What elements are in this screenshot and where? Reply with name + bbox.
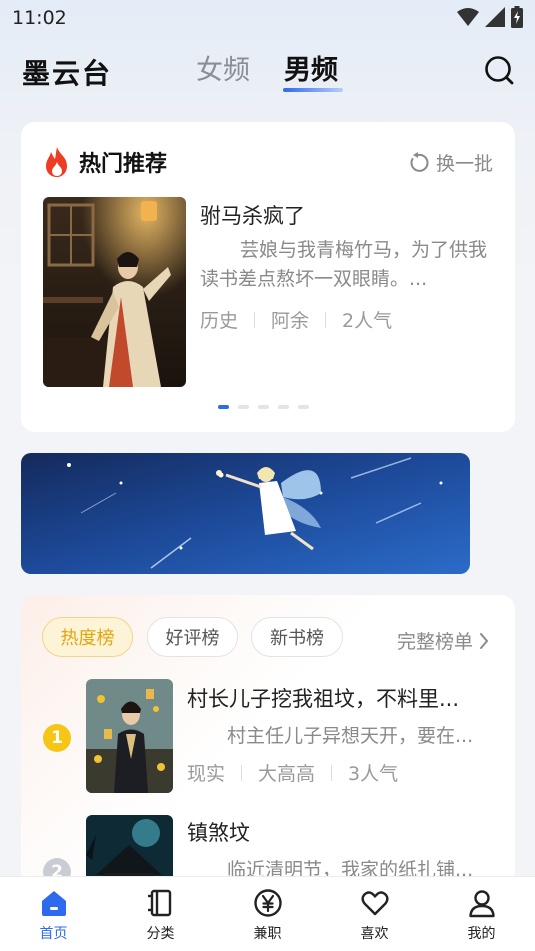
- book-author: 阿余: [271, 310, 310, 332]
- ranking-card: 热度榜 好评榜 新书榜 完整榜单 1 村长儿子挖我祖坟，不料里... 村主任儿子…: [21, 595, 515, 885]
- tab-male[interactable]: 男频: [284, 48, 338, 87]
- book-cover[interactable]: [86, 815, 173, 885]
- status-bar: 11:02: [0, 0, 535, 38]
- nav-profile-label: 我的: [467, 926, 496, 942]
- meta-divider: [325, 311, 327, 328]
- nav-category-label: 分类: [146, 926, 175, 942]
- yuan-icon: [253, 889, 282, 917]
- tab-hot-rank[interactable]: 热度榜: [42, 617, 133, 657]
- nav-home-label: 首页: [39, 926, 68, 942]
- rank-book-title[interactable]: 村长儿子挖我祖坟，不料里...: [187, 683, 482, 713]
- fire-icon: [46, 147, 67, 177]
- hot-section-title: 热门推荐: [79, 152, 168, 177]
- book-cover[interactable]: [86, 679, 173, 793]
- nav-profile[interactable]: 我的: [428, 877, 535, 951]
- tab-new-rank[interactable]: 新书榜: [251, 617, 343, 657]
- rank-book-genre: 现实: [187, 763, 226, 785]
- nav-parttime-label: 兼职: [253, 926, 282, 942]
- carousel-dot: [278, 405, 289, 409]
- book-title[interactable]: 驸马杀疯了: [200, 200, 305, 230]
- carousel-dot: [238, 405, 249, 409]
- rank-book-meta: 现实 大高高 3人气: [187, 759, 398, 786]
- hot-section-header: 热门推荐: [43, 146, 167, 178]
- heart-icon: [360, 891, 389, 916]
- signal-icon: [485, 7, 505, 27]
- book-cover-illustration: [86, 679, 173, 793]
- nav-favorites-label: 喜欢: [360, 926, 389, 942]
- book-popularity: 2人气: [342, 310, 393, 332]
- book-meta: 历史 阿余 2人气: [200, 306, 392, 333]
- active-tab-indicator: [283, 88, 343, 92]
- rank-book-title[interactable]: 镇煞坟: [187, 817, 482, 847]
- hot-recommend-card: 热门推荐 换一批 驸马杀疯了 芸娘与我青梅竹马，为了供我读书差点熬坏一双眼睛。.…: [21, 122, 515, 432]
- carousel-dot: [218, 405, 229, 409]
- nav-parttime[interactable]: 兼职: [214, 877, 321, 951]
- book-description: 芸娘与我青梅竹马，为了供我读书差点熬坏一双眼睛。...: [200, 239, 488, 290]
- rank-book-author: 大高高: [258, 763, 316, 785]
- refresh-button[interactable]: 换一批: [408, 149, 493, 176]
- rank-book-popularity: 3人气: [348, 763, 399, 785]
- refresh-label: 换一批: [435, 153, 493, 175]
- rank-book-description: 村主任儿子异想天开，要在...: [227, 725, 474, 747]
- bottom-nav: 首页 分类 兼职 喜欢 我的: [0, 876, 535, 951]
- tab-female[interactable]: 女频: [196, 48, 250, 87]
- nav-favorites[interactable]: 喜欢: [321, 877, 428, 951]
- carousel-dot: [258, 405, 269, 409]
- nav-home[interactable]: 首页: [0, 877, 107, 951]
- status-time: 11:02: [12, 7, 67, 29]
- book-cover[interactable]: [43, 197, 186, 387]
- battery-icon: [511, 6, 523, 28]
- home-icon: [41, 891, 66, 916]
- meta-divider: [254, 311, 256, 328]
- promo-banner[interactable]: [21, 453, 470, 574]
- meta-divider: [241, 764, 243, 781]
- carousel-indicator: [218, 405, 309, 409]
- book-cover-illustration: [43, 197, 186, 387]
- meta-divider: [331, 764, 333, 781]
- status-icons: [457, 6, 523, 28]
- chevron-right-icon: [480, 632, 488, 649]
- top-header: 墨云台 女频 男频: [0, 40, 535, 100]
- refresh-icon: [410, 151, 429, 172]
- banner-illustration: [21, 453, 470, 574]
- user-icon: [468, 890, 495, 918]
- search-button[interactable]: [483, 54, 515, 86]
- rank-badge: 1: [43, 724, 71, 752]
- carousel-dot: [298, 405, 309, 409]
- book-genre: 历史: [200, 310, 239, 332]
- full-list-link[interactable]: 完整榜单: [397, 627, 489, 654]
- nav-category[interactable]: 分类: [107, 877, 214, 951]
- tab-rating-rank[interactable]: 好评榜: [147, 617, 238, 657]
- category-icon: [147, 889, 171, 917]
- search-icon: [485, 56, 514, 85]
- wifi-icon: [457, 8, 479, 26]
- book-cover-illustration: [86, 815, 173, 885]
- full-list-label: 完整榜单: [396, 631, 473, 653]
- app-title: 墨云台: [22, 57, 113, 90]
